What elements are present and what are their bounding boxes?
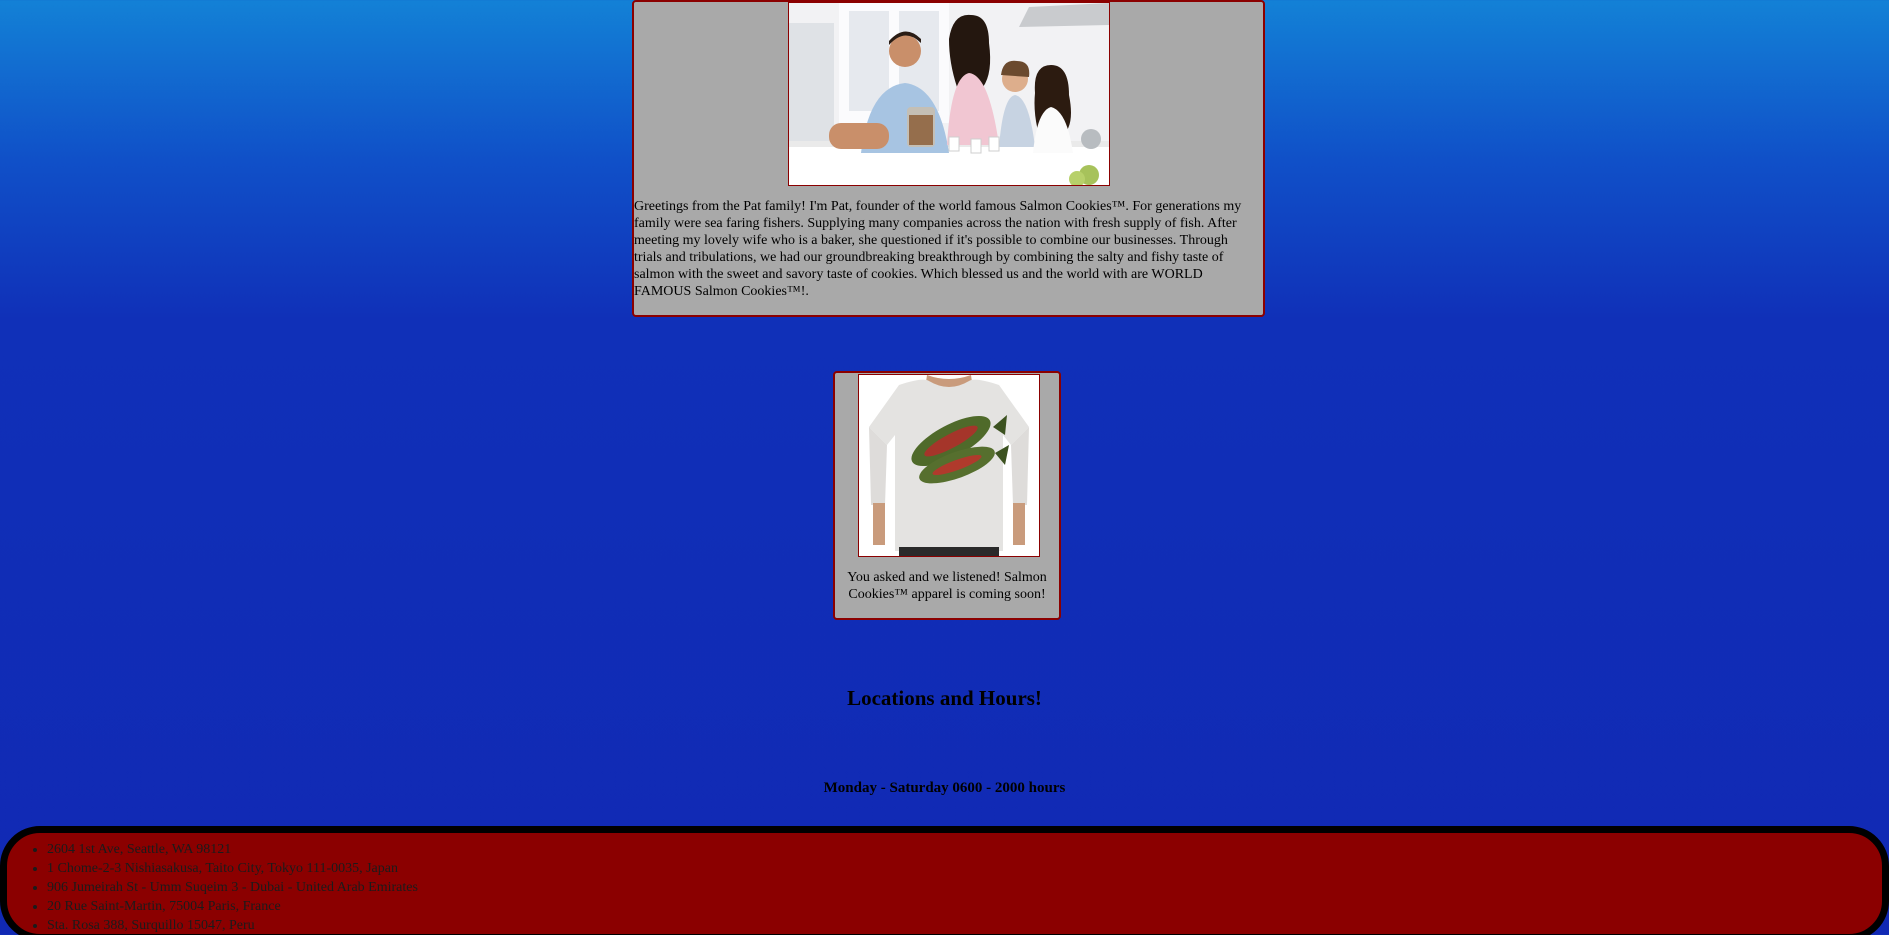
store-hours: Monday - Saturday 0600 - 2000 hours [823,780,1066,796]
location-item: 906 Jumeirah St - Umm Suqeim 3 - Dubai -… [47,878,418,897]
location-item: Sta. Rosa 388, Surquillo 15047, Peru [47,916,418,935]
family-photo [788,2,1110,186]
apparel-photo [858,374,1040,557]
about-paragraph: Greetings from the Pat family! I'm Pat, … [634,199,1242,299]
apparel-announcement: You asked and we listened! Salmon Cookie… [847,570,1047,602]
apparel-card: You asked and we listened! Salmon Cookie… [833,371,1061,620]
locations-list-panel: 2604 1st Ave, Seattle, WA 98121 1 Chome-… [0,826,1889,935]
about-card: Greetings from the Pat family! I'm Pat, … [632,0,1265,317]
locations-list: 2604 1st Ave, Seattle, WA 98121 1 Chome-… [7,840,418,935]
location-item: 1 Chome-2-3 Nishiasakusa, Taito City, To… [47,859,418,878]
locations-heading: Locations and Hours! [847,686,1042,710]
location-item: 20 Rue Saint-Martin, 75004 Paris, France [47,897,418,916]
location-item: 2604 1st Ave, Seattle, WA 98121 [47,840,418,859]
